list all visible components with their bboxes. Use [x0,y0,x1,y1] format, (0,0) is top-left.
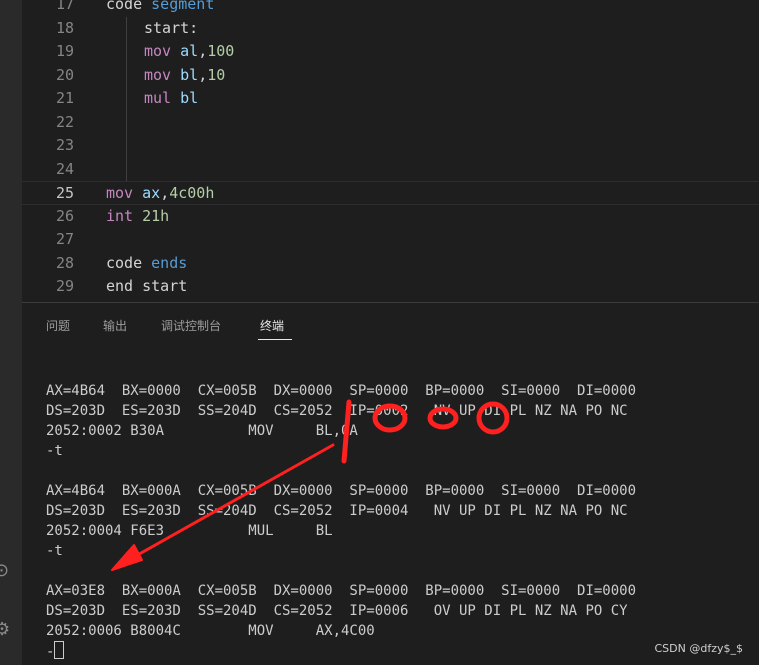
line-number: 24 [55,159,74,178]
code-text: code ends [106,253,188,272]
bottom-panel: 问题 输出 调试控制台 终端 AX=4B64 BX=0000 CX=005B DX=0… [22,302,759,665]
panel-tab-2[interactable]: 调试控制台 [161,317,221,334]
editor-line[interactable]: 17 code segment [22,0,759,17]
editor-line[interactable]: 20 mov bl,10 [22,64,759,88]
settings-gear-icon[interactable]: ⚙ [0,621,10,639]
code-text: mov al,100 [144,42,235,60]
terminal-line: AX=03E8 BX=000A CX=005B DX=0000 SP=0000 … [46,583,637,599]
editor-line[interactable]: 25 mov ax,4c00h [22,181,759,205]
editor-line[interactable]: 27 [22,228,759,252]
code-text: mov ax,4c00h [106,184,215,202]
terminal-line: DS=203D ES=203D SS=204D CS=2052 IP=0006 … [46,603,628,619]
code-text: mov bl,10 [144,65,226,84]
indent-guide [126,16,127,181]
line-number: 18 [55,18,74,37]
watermark: CSDN @dfzy$_$ [654,642,744,655]
editor-line[interactable]: 28 code ends [22,252,759,276]
terminal-line: 2052:0002 B30A MOV BL,0A [46,423,358,439]
line-number: 19 [55,42,74,60]
line-number: 17 [55,0,74,13]
code-text: int 21h [106,206,170,225]
terminal-line: -t [46,443,63,459]
terminal-line: 2052:0006 B8004C MOV AX,4C00 [46,623,375,639]
code-text: mul bl [144,89,199,107]
terminal-line: AX=4B64 BX=0000 CX=005B DX=0000 SP=0000 … [46,383,637,399]
line-number: 26 [55,206,74,225]
panel-tabs: 问题 输出 调试控制台 终端 [22,303,759,347]
activity-bar: ⊙ ⚙ [0,0,22,665]
account-icon[interactable]: ⊙ [0,562,10,580]
terminal-line: DS=203D ES=203D SS=204D CS=2052 IP=0002 … [46,403,628,419]
code-text: end start [106,277,188,295]
terminal-cursor [54,641,65,659]
line-number: 27 [55,230,74,248]
line-number: 23 [55,136,74,154]
terminal-line: AX=4B64 BX=000A CX=005B DX=0000 SP=0000 … [46,483,637,499]
line-number: 22 [55,112,74,131]
active-tab-indicator [258,339,292,340]
line-number: 28 [55,253,74,272]
panel-tab-3[interactable]: 终端 [260,317,284,334]
editor-line[interactable]: 24 [22,158,759,182]
code-text: code segment [106,0,215,13]
editor-line[interactable]: 23 [22,134,759,158]
editor-line[interactable]: 19 mov al,100 [22,40,759,64]
editor-line[interactable]: 26 int 21h [22,205,759,229]
terminal-line: -t [46,543,63,559]
terminal-output[interactable]: AX=4B64 BX=0000 CX=005B DX=0000 SP=0000 … [46,381,636,662]
editor-line[interactable]: 21 mul bl [22,87,759,111]
terminal-line: - [46,641,636,662]
terminal-line: DS=203D ES=203D SS=204D CS=2052 IP=0004 … [46,503,628,519]
line-number: 21 [55,89,74,107]
terminal-line: 2052:0004 F6E3 MUL BL [46,523,333,539]
line-number: 25 [55,184,74,202]
line-number: 20 [55,65,74,84]
code-text: start: [144,18,199,37]
code-editor[interactable]: 17 code segment 18 start: 19 mov al,100 20 mov … [22,0,759,302]
editor-line[interactable]: 22 [22,111,759,135]
panel-tab-1[interactable]: 输出 [103,317,127,334]
editor-line[interactable]: 29 end start [22,275,759,299]
line-number: 29 [55,277,74,295]
panel-tab-0[interactable]: 问题 [46,317,70,334]
editor-line[interactable]: 18 start: [22,17,759,41]
